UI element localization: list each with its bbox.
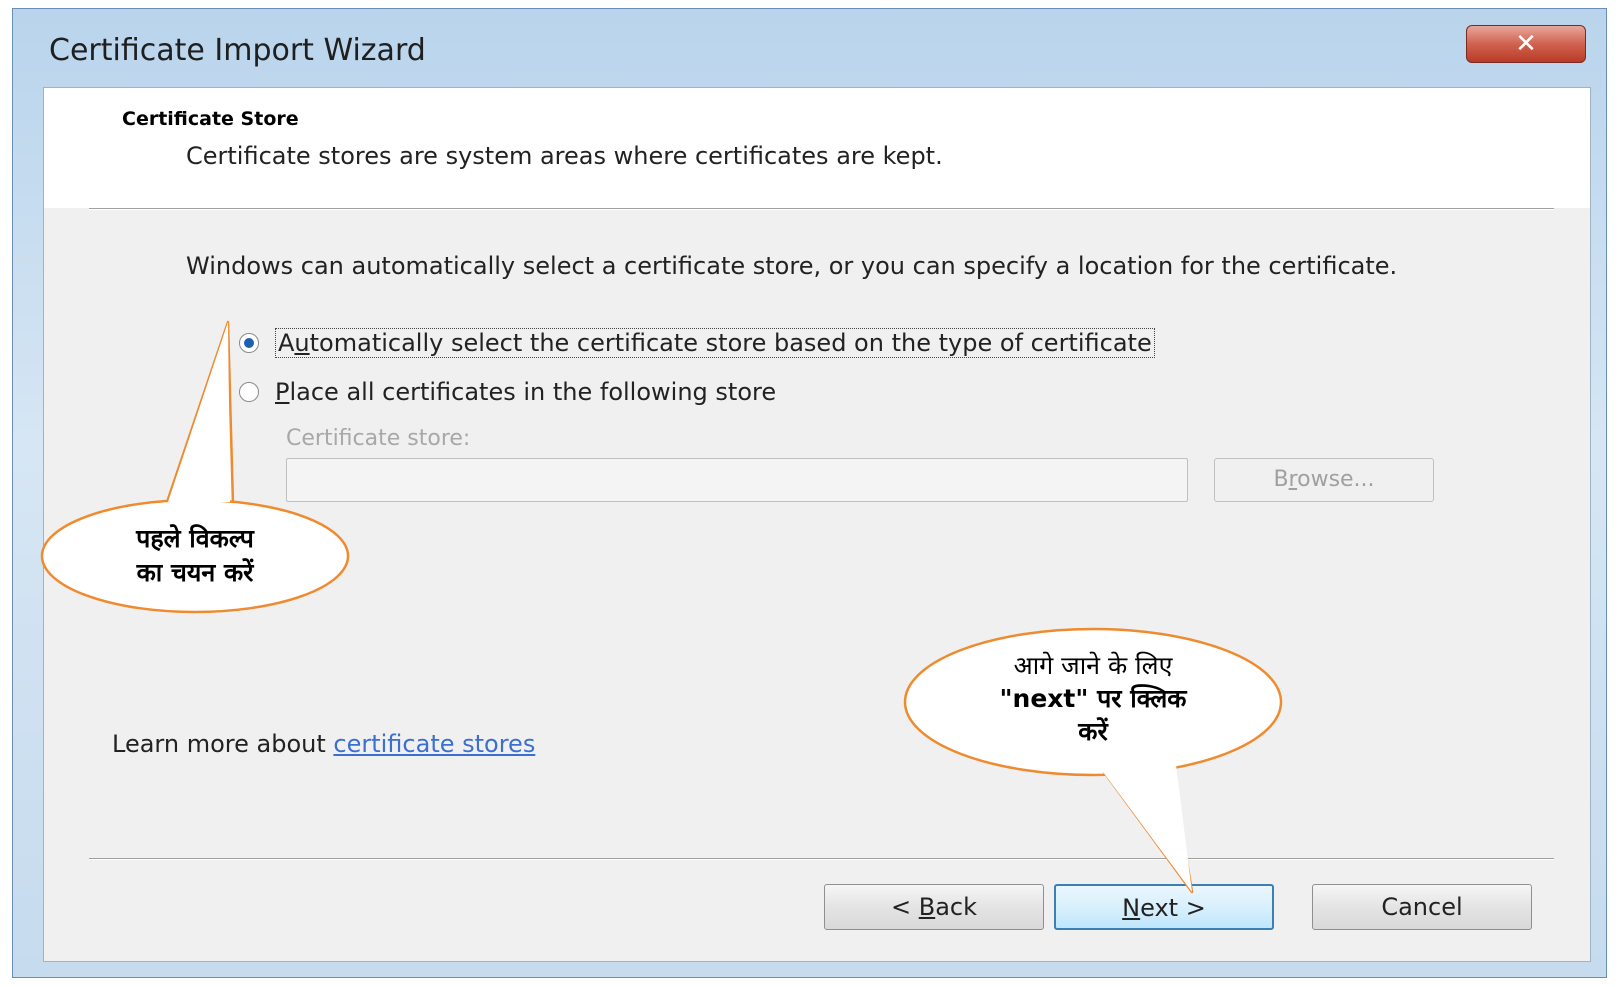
callout-left-text: पहले विकल्प का चयन करें bbox=[80, 522, 310, 590]
callout-left-line2: का चयन करें bbox=[136, 558, 254, 587]
callout-right-line1: आगे जाने के लिए bbox=[1013, 651, 1173, 680]
callout-right-text: आगे जाने के लिए "next" पर क्लिक करें bbox=[953, 649, 1233, 748]
callout-left-line1: पहले विकल्प bbox=[136, 524, 254, 553]
callout-overlay bbox=[40, 320, 1283, 894]
callout-right-line3: करें bbox=[1078, 717, 1108, 746]
callout-right-line2: "next" पर क्लिक bbox=[999, 684, 1187, 713]
